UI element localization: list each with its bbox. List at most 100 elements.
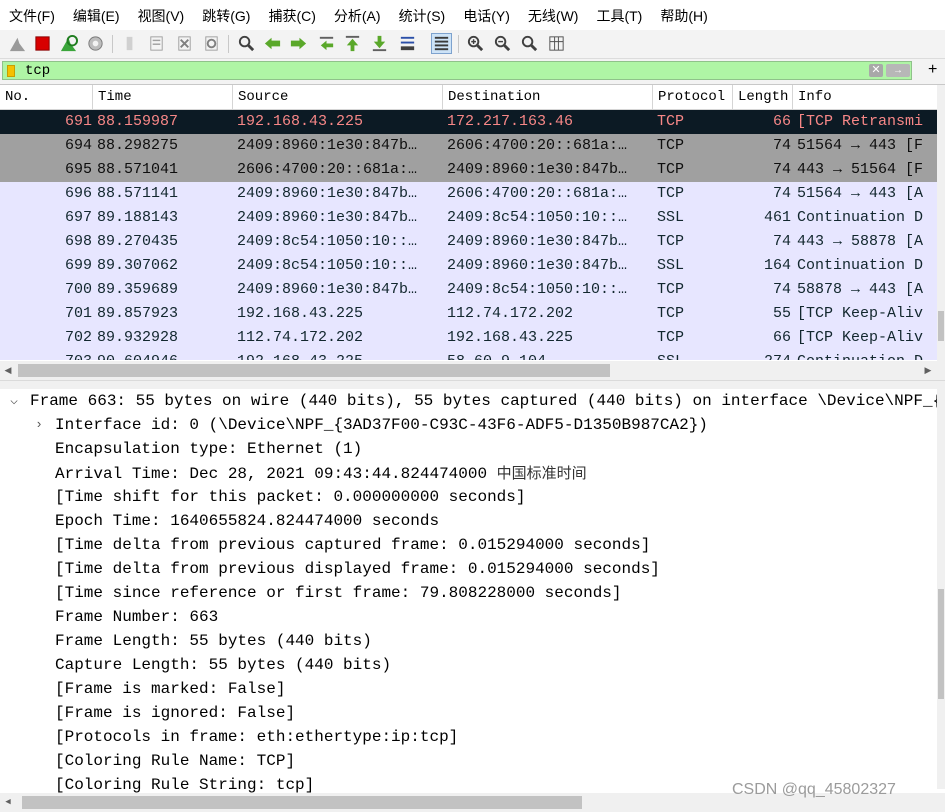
packet-row[interactable]: 702 89.932928 112.74.172.202 192.168.43.225… — [0, 326, 937, 350]
packet-row[interactable]: 691 88.159987 192.168.43.225 172.217.163.46… — [0, 110, 937, 134]
column-header-length[interactable]: Length — [733, 85, 793, 109]
cell-no: 691 — [64, 113, 92, 130]
resize-columns-icon[interactable] — [546, 33, 567, 54]
go-to-packet-icon[interactable] — [316, 33, 337, 54]
packet-list-header: No. Time Source Destination Protocol Len… — [0, 85, 937, 110]
tree-item[interactable]: [Coloring Rule Name: TCP] — [0, 749, 937, 773]
restart-capture-icon[interactable] — [58, 33, 79, 54]
tree-item[interactable]: Epoch Time: 1640655824.824474000 seconds — [0, 509, 937, 533]
collapsed-chevron-icon[interactable]: › — [32, 413, 46, 437]
cell-no: 700 — [64, 281, 92, 298]
tree-item[interactable]: Frame Length: 55 bytes (440 bits) — [0, 629, 937, 653]
packet-row[interactable]: 698 89.270435 2409:8c54:1050:10::… 2409:896… — [0, 230, 937, 254]
column-header-destination[interactable]: Destination — [443, 85, 653, 109]
menu-view[interactable]: 视图(V) — [129, 0, 194, 30]
packet-list-horizontal-scrollbar[interactable]: ◀ ▶ — [0, 361, 945, 380]
reload-file-icon[interactable] — [201, 33, 222, 54]
tree-item-label: Frame Number: 663 — [55, 605, 218, 629]
details-hscroll-thumb[interactable] — [22, 796, 582, 809]
display-filter-field[interactable]: ✕ → — [2, 61, 912, 80]
packet-row[interactable]: 699 89.307062 2409:8c54:1050:10::… 2409:896… — [0, 254, 937, 278]
go-first-packet-icon[interactable] — [342, 33, 363, 54]
filter-bookmark-icon[interactable] — [7, 65, 15, 77]
cell-no: 703 — [0, 350, 92, 360]
menu-tools[interactable]: 工具(T) — [587, 0, 651, 30]
cell-source: 2409:8c54:1050:10::… — [237, 257, 418, 274]
cell-source: 192.168.43.225 — [237, 113, 364, 130]
close-file-icon[interactable] — [174, 33, 195, 54]
column-header-time[interactable]: Time — [93, 85, 233, 109]
tree-item[interactable]: [Frame is ignored: False] — [0, 701, 937, 725]
cell-source: 2409:8960:1e30:847b… — [237, 185, 418, 202]
tree-item[interactable]: [Time shift for this packet: 0.000000000… — [0, 485, 937, 509]
colorize-icon[interactable] — [431, 33, 452, 54]
go-last-packet-icon[interactable] — [369, 33, 390, 54]
zoom-normal-icon[interactable] — [519, 33, 540, 54]
go-back-icon[interactable] — [262, 33, 283, 54]
cell-protocol: TCP — [657, 113, 685, 130]
shark-fin-start-icon[interactable] — [7, 33, 28, 54]
column-header-info[interactable]: Info — [793, 85, 937, 109]
details-vscroll-thumb[interactable] — [938, 589, 944, 699]
scroll-right-arrow-icon[interactable]: ▶ — [920, 362, 936, 378]
scroll-left-arrow-icon[interactable]: ◀ — [0, 362, 16, 378]
column-header-source[interactable]: Source — [233, 85, 443, 109]
scroll-left-arrow-icon[interactable]: ◀ — [0, 794, 16, 810]
main-toolbar — [0, 30, 945, 59]
cell-info: [TCP Keep-Aliv — [797, 305, 924, 322]
cell-destination: 2409:8960:1e30:847b… — [447, 257, 628, 274]
menu-statistics[interactable]: 统计(S) — [390, 0, 455, 30]
packet-row[interactable]: 700 89.359689 2409:8960:1e30:847b… 2409:8c5… — [0, 278, 937, 302]
autoscroll-icon[interactable] — [397, 33, 418, 54]
packet-list-vscroll-thumb[interactable] — [938, 311, 944, 341]
menu-edit[interactable]: 编辑(E) — [64, 0, 129, 30]
packet-list-rows: 691 88.159987 192.168.43.225 172.217.163.46… — [0, 110, 937, 360]
save-file-icon[interactable] — [146, 33, 167, 54]
menu-analyze[interactable]: 分析(A) — [325, 0, 390, 30]
tree-item-label: Epoch Time: 1640655824.824474000 seconds — [55, 509, 439, 533]
display-filter-input[interactable] — [25, 62, 845, 79]
tree-item-frame[interactable]: ⌵ Frame 663: 55 bytes on wire (440 bits)… — [0, 389, 937, 413]
stop-capture-icon[interactable] — [32, 33, 53, 54]
tree-item[interactable]: [Protocols in frame: eth:ethertype:ip:tc… — [0, 725, 937, 749]
details-vertical-scrollbar[interactable] — [937, 389, 945, 789]
menu-go[interactable]: 跳转(G) — [193, 0, 259, 30]
tree-item[interactable]: Frame Number: 663 — [0, 605, 937, 629]
clear-filter-button[interactable]: ✕ — [869, 64, 883, 77]
packet-row[interactable]: 697 89.188143 2409:8960:1e30:847b… 2409:8c5… — [0, 206, 937, 230]
packet-row[interactable]: 701 89.857923 192.168.43.225 112.74.172.202… — [0, 302, 937, 326]
zoom-out-icon[interactable] — [492, 33, 513, 54]
open-file-icon[interactable] — [120, 33, 141, 54]
menu-help[interactable]: 帮助(H) — [651, 0, 716, 30]
tree-item[interactable]: [Frame is marked: False] — [0, 677, 937, 701]
go-forward-icon[interactable] — [288, 33, 309, 54]
tree-item[interactable]: [Time delta from previous captured frame… — [0, 533, 937, 557]
menu-telephony[interactable]: 电话(Y) — [454, 0, 519, 30]
menu-capture[interactable]: 捕获(C) — [259, 0, 324, 30]
capture-options-icon[interactable] — [85, 33, 106, 54]
tree-item[interactable]: › Interface id: 0 (\Device\NPF_{3AD37F00-… — [0, 413, 937, 437]
packet-row[interactable]: 695 88.571041 2606:4700:20::681a:… 2409:896… — [0, 158, 937, 182]
add-filter-button[interactable]: + — [928, 60, 937, 79]
apply-filter-button[interactable]: → — [886, 64, 910, 77]
packet-row[interactable]: 696 88.571141 2409:8960:1e30:847b… 2606:470… — [0, 182, 937, 206]
tree-item[interactable]: [Time delta from previous displayed fram… — [0, 557, 937, 581]
column-header-protocol[interactable]: Protocol — [653, 85, 733, 109]
packet-row[interactable]: 694 88.298275 2409:8960:1e30:847b… 2606:470… — [0, 134, 937, 158]
menu-wireless[interactable]: 无线(W) — [519, 0, 588, 30]
packet-row[interactable]: 703 90.604946 192.168.43.225 58.60.9.104 SSL… — [0, 350, 937, 360]
zoom-in-icon[interactable] — [465, 33, 486, 54]
tree-item[interactable]: Encapsulation type: Ethernet (1) — [0, 437, 937, 461]
find-packet-icon[interactable] — [236, 33, 257, 54]
cell-protocol: TCP — [657, 137, 685, 154]
packet-list-hscroll-thumb[interactable] — [18, 364, 610, 377]
column-header-no[interactable]: No. — [0, 85, 93, 109]
tree-item[interactable]: Capture Length: 55 bytes (440 bits) — [0, 653, 937, 677]
cell-destination: 2409:8c54:1050:10::… — [447, 281, 628, 298]
tree-item[interactable]: Arrival Time: Dec 28, 2021 09:43:44.8244… — [0, 461, 937, 485]
cell-time: 88.571041 — [97, 161, 179, 178]
expanded-chevron-icon[interactable]: ⌵ — [7, 389, 21, 413]
tree-item[interactable]: [Time since reference or first frame: 79… — [0, 581, 937, 605]
packet-list-vertical-scrollbar[interactable] — [937, 85, 945, 361]
menu-file[interactable]: 文件(F) — [0, 0, 64, 30]
